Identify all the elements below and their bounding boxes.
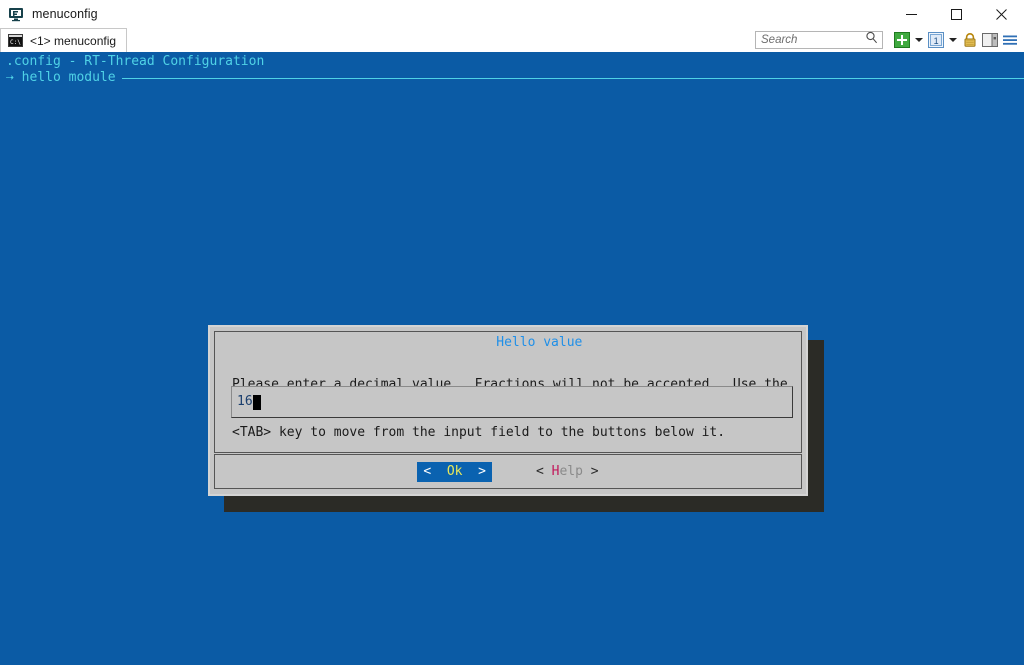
svg-text:1: 1 — [934, 36, 939, 46]
search-icon[interactable] — [865, 31, 878, 49]
new-tab-button[interactable] — [892, 30, 912, 50]
hamburger-menu-icon — [1003, 35, 1017, 45]
menu-button[interactable] — [1000, 30, 1020, 50]
config-header-line: .config - RT-Thread Configuration — [6, 54, 265, 69]
svg-text:C:\: C:\ — [10, 39, 21, 46]
tab-list-dropdown[interactable] — [946, 30, 960, 50]
help-button[interactable]: < Help > — [536, 462, 599, 482]
chevron-down-icon — [949, 38, 957, 42]
help-left-bracket: < — [536, 463, 544, 479]
minimize-icon — [906, 13, 917, 15]
hello-value-dialog: Hello value Please enter a decimal value… — [208, 325, 808, 496]
tab-one-icon: 1 — [928, 32, 944, 48]
dialog-message-line-2: <TAB> key to move from the input field t… — [232, 425, 726, 440]
ok-button-label: Ok — [446, 463, 463, 479]
tab-strip: C:\ <1> menuconfig Search 1 — [0, 28, 1024, 52]
search-input[interactable]: Search — [755, 31, 883, 49]
input-value-text: 16 — [237, 394, 253, 409]
menuconfig-window: menuconfig C:\ <1> menuconfig Search 1 .… — [0, 0, 1024, 665]
window-title: menuconfig — [32, 7, 98, 21]
chevron-down-icon — [915, 38, 923, 42]
decimal-value-input[interactable]: 16 — [231, 386, 793, 418]
dialog-button-row: < Ok > < Help > — [214, 455, 802, 489]
breadcrumb: ⇢ hello module — [6, 70, 1024, 86]
ok-button[interactable]: < Ok > — [417, 461, 492, 482]
help-button-label: elp — [559, 463, 583, 479]
title-bar: menuconfig — [0, 0, 1024, 28]
maximize-icon — [951, 8, 962, 20]
tab-label: <1> menuconfig — [30, 33, 117, 48]
text-cursor — [252, 394, 261, 410]
search-placeholder: Search — [761, 34, 798, 46]
tab-menuconfig[interactable]: C:\ <1> menuconfig — [0, 28, 128, 52]
terminal-area[interactable]: .config - RT-Thread Configuration ⇢ hell… — [0, 52, 1024, 665]
maximize-button[interactable] — [934, 0, 979, 28]
tab-list-button[interactable]: 1 — [926, 30, 946, 50]
lock-button[interactable] — [960, 30, 980, 50]
split-panel-icon — [982, 33, 998, 47]
minimize-button[interactable] — [889, 0, 934, 28]
tab-toolbar: Search 1 — [755, 28, 1024, 52]
new-tab-dropdown[interactable] — [912, 30, 926, 50]
window-controls — [889, 0, 1024, 28]
terminal-monitor-icon — [8, 6, 24, 22]
green-plus-icon — [894, 32, 910, 48]
breadcrumb-rule — [121, 77, 1024, 79]
help-right-bracket: > — [590, 463, 599, 479]
breadcrumb-text: ⇢ hello module — [6, 70, 116, 85]
padlock-icon — [964, 33, 976, 47]
close-icon — [996, 8, 1007, 20]
close-button[interactable] — [979, 0, 1024, 28]
console-icon: C:\ — [8, 34, 23, 47]
ok-right-bracket: > — [478, 463, 486, 479]
panel-toggle-button[interactable] — [980, 30, 1000, 50]
